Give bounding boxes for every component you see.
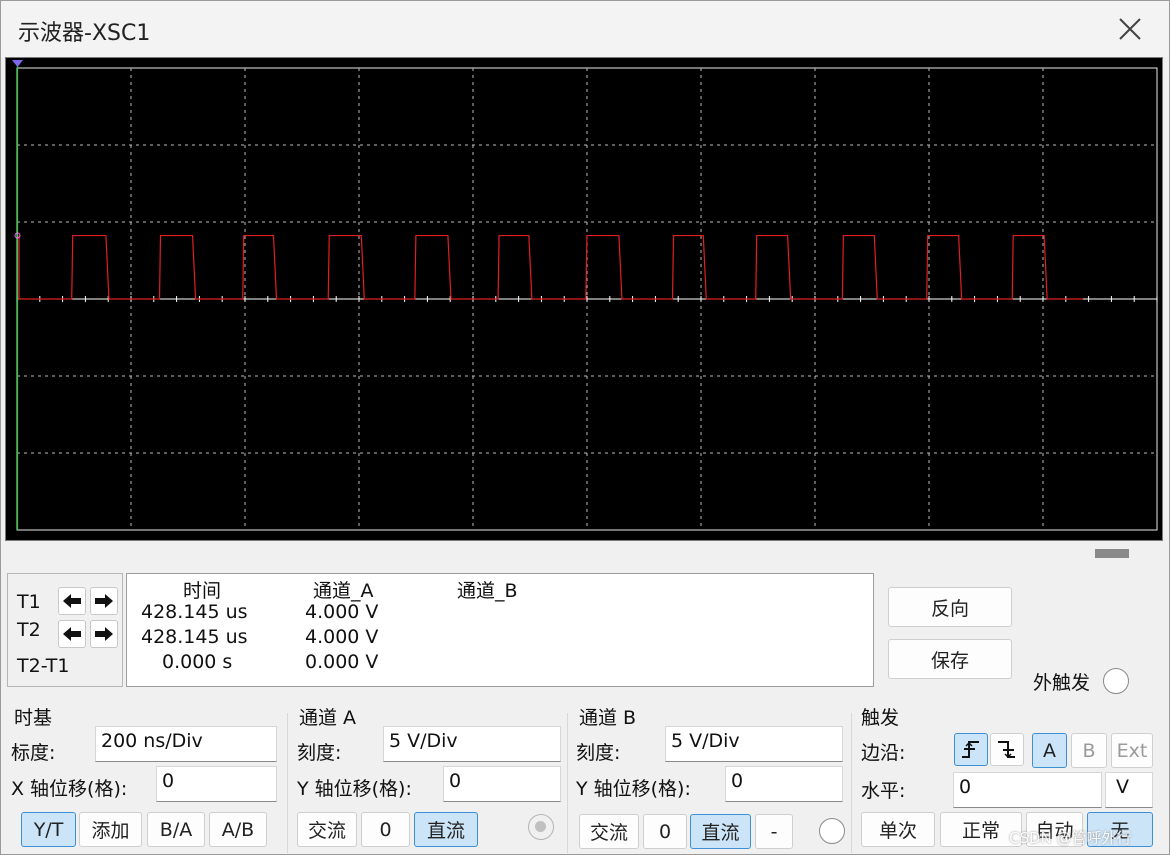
row1-time: 428.145 us [141,601,248,623]
separator [567,713,568,853]
channel-a-dc-button[interactable]: 直流 [414,812,478,847]
mode-yt-button[interactable]: Y/T [21,812,76,847]
row2-channel-a: 4.000 V [305,626,379,648]
row1-channel-a: 4.000 V [305,601,379,623]
arrow-left-icon [63,627,81,641]
reverse-button[interactable]: 反向 [888,587,1012,627]
trigger-level-unit[interactable]: V [1105,772,1153,808]
title-bar[interactable]: 示波器-XSC1 [1,1,1169,57]
x-offset-field[interactable]: 0 [156,766,277,802]
timebase-scale-label: 标度: [11,742,56,764]
mode-add-button[interactable]: 添加 [79,812,142,847]
arrow-left-icon [63,594,81,608]
save-button[interactable]: 保存 [888,639,1012,679]
t1-label: T1 [17,591,41,613]
channel-b-y-offset-label: Y 轴位移(格): [576,778,691,800]
channel-b-dc-button[interactable]: 直流 [690,814,751,849]
t1-right-arrow-button[interactable] [90,587,118,615]
channel-b-zero-button[interactable]: 0 [643,814,687,849]
row3-channel-a: 0.000 V [305,651,379,673]
channel-b-terminal[interactable] [819,818,845,844]
row3-time: 0.000 s [162,651,233,673]
channel-a-terminal[interactable] [528,814,554,840]
channel-a-title: 通道 A [299,707,357,729]
trigger-source-b-button[interactable]: B [1071,733,1107,768]
channel-b-ac-button[interactable]: 交流 [579,814,639,849]
t2-label: T2 [17,619,41,641]
separator [287,713,288,853]
oscilloscope-window: 示波器-XSC1 T1 T2 T2-T1 时间 通道_A 通道_B 428.14… [0,0,1170,855]
falling-edge-icon [998,740,1015,758]
channel-a-waveform [18,234,1083,300]
channel-b-scale-field[interactable]: 5 V/Div [665,726,843,762]
trigger-level-label: 水平: [861,780,906,802]
t2-t1-label: T2-T1 [17,655,70,677]
falling-edge-button[interactable] [990,733,1024,766]
trigger-single-button[interactable]: 单次 [861,812,935,847]
arrow-right-icon [95,627,113,641]
trigger-title: 触发 [861,707,900,729]
channel-a-ac-button[interactable]: 交流 [297,812,357,847]
timebase-scale-field[interactable]: 200 ns/Div [95,726,277,762]
rising-edge-icon [962,740,979,758]
window-title: 示波器-XSC1 [18,21,151,46]
trigger-edge-label: 边沿: [861,742,906,764]
x-offset-label: X 轴位移(格): [11,778,128,800]
t1-left-arrow-button[interactable] [58,587,86,615]
t2-right-arrow-button[interactable] [90,620,118,648]
trigger-source-ext-button[interactable]: Ext [1111,733,1153,768]
channel-a-scale-field[interactable]: 5 V/Div [383,726,561,762]
arrow-right-icon [95,594,113,608]
watermark: CSDN @管呼外行 [1009,829,1132,847]
header-time: 时间 [183,580,222,602]
channel-a-scale-label: 刻度: [297,742,342,764]
rising-edge-button[interactable] [954,733,988,766]
header-channel-a: 通道_A [313,580,374,602]
channel-b-y-offset-field[interactable]: 0 [725,766,843,802]
channel-a-y-offset-field[interactable]: 0 [443,766,561,802]
channel-b-title: 通道 B [579,707,637,729]
trigger-level-field[interactable]: 0 [953,772,1102,808]
t2-left-arrow-button[interactable] [58,620,86,648]
header-channel-b: 通道_B [457,580,518,602]
cursor-marker [12,60,23,67]
measurement-readout: 时间 通道_A 通道_B 428.145 us 4.000 V 428.145 … [126,573,874,687]
channel-a-zero-button[interactable]: 0 [361,812,410,847]
mode-ab-button[interactable]: A/B [209,812,267,847]
channel-b-minus-button[interactable]: - [755,814,793,849]
trigger-source-a-button[interactable]: A [1032,733,1067,768]
oscilloscope-display [5,57,1163,541]
channel-a-y-offset-label: Y 轴位移(格): [297,778,412,800]
scope-plot [12,60,1158,531]
row2-time: 428.145 us [141,626,248,648]
separator [851,713,852,853]
mode-ba-button[interactable]: B/A [147,812,205,847]
cursor-panel: T1 T2 T2-T1 [7,573,123,687]
channel-b-scale-label: 刻度: [576,742,621,764]
close-icon[interactable] [1109,9,1151,49]
ext-trigger-label: 外触发 [1033,672,1091,694]
ext-trigger-terminal[interactable] [1103,668,1129,694]
timebase-title: 时基 [14,707,53,729]
display-scrollbar-thumb[interactable] [1095,549,1129,558]
